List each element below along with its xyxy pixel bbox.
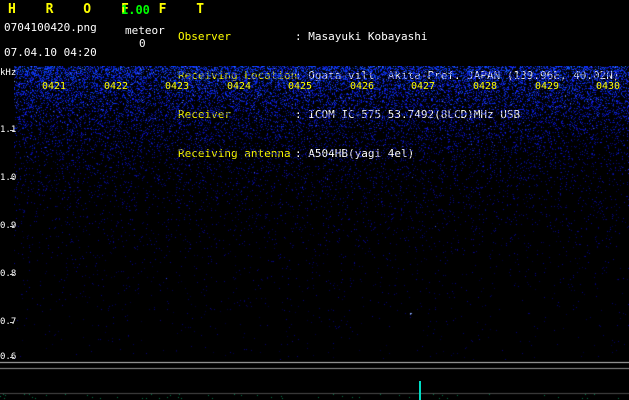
meteor-spike: [419, 381, 421, 400]
time-label: 0424: [227, 81, 252, 92]
freq-tick-mark: [10, 226, 14, 227]
time-label: 0429: [535, 81, 560, 92]
meteor-counter-value: 0: [139, 37, 146, 50]
freq-tick-mark: [10, 130, 14, 131]
info-value: : Masayuki Kobayashi: [295, 30, 428, 43]
time-label: 0427: [411, 81, 436, 92]
time-label: 0426: [350, 81, 375, 92]
time-label: 0425: [288, 81, 313, 92]
khz-unit-label: kHz: [0, 68, 17, 78]
spectrogram-canvas: [14, 66, 629, 360]
output-filename: 0704100420.png: [4, 21, 97, 34]
time-label: 0430: [596, 81, 621, 92]
freq-tick-mark: [10, 322, 14, 323]
date-time: 07.04.10 04:20: [4, 46, 97, 59]
freq-tick-mark: [10, 178, 14, 179]
signal-strip-canvas: [0, 360, 629, 400]
hrofft-window: H R O F F T 1.00 0704100420.png meteor 0…: [0, 0, 629, 400]
time-label: 0428: [473, 81, 498, 92]
meteor-counter-label: meteor: [125, 24, 165, 37]
time-label: 0423: [165, 81, 190, 92]
info-row: Observer : Masayuki Kobayashi: [178, 30, 620, 43]
freq-tick-mark: [10, 357, 14, 358]
time-label: 0422: [104, 81, 129, 92]
time-label: 0421: [42, 81, 67, 92]
app-version: 1.00: [121, 3, 150, 17]
freq-tick-mark: [10, 274, 14, 275]
info-label: Observer: [178, 30, 231, 43]
